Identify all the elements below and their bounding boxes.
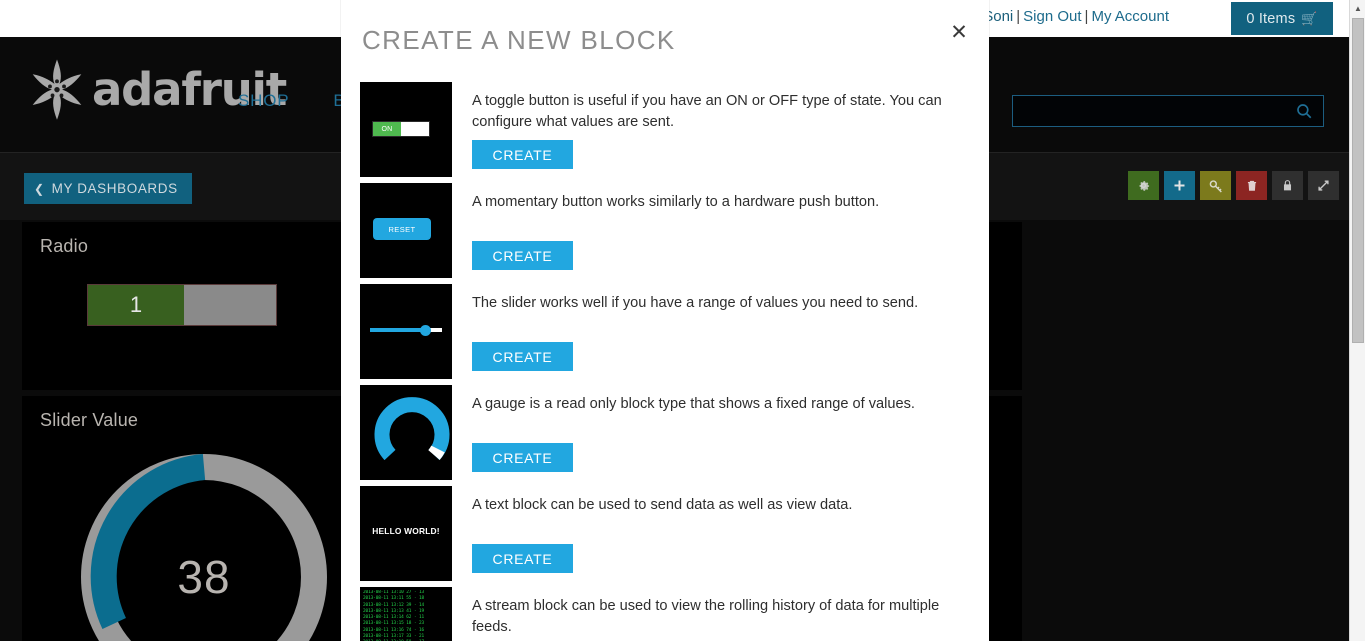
block-type-description: A gauge is a read only block type that s… <box>472 396 915 412</box>
block-type-row: ON A toggle button is useful if you have… <box>341 82 989 183</box>
key-icon <box>1209 179 1222 193</box>
slider-preview <box>360 284 452 379</box>
create-text-button[interactable]: CREATE <box>472 544 573 573</box>
shopping-cart-icon: 🛒 <box>1301 10 1318 26</box>
slider-preview-fill <box>370 328 425 332</box>
cart-button[interactable]: 0 Items 🛒 <box>1231 2 1333 35</box>
toggle-preview-off <box>401 122 429 136</box>
lock-button[interactable] <box>1272 171 1303 200</box>
close-icon[interactable]: ✕ <box>947 20 971 44</box>
radio-toggle-track[interactable] <box>184 285 276 325</box>
scroll-up-arrow-icon[interactable]: ▲ <box>1350 0 1365 17</box>
block-type-description: A text block can be used to send data as… <box>472 497 853 513</box>
trash-icon <box>1247 180 1256 191</box>
slider-preview-control <box>370 325 442 336</box>
block-type-body: A text block can be used to send data as… <box>472 486 989 586</box>
text-preview: HELLO WORLD! <box>360 486 452 581</box>
create-toggle-button[interactable]: CREATE <box>472 140 573 169</box>
settings-gear-button[interactable] <box>1128 171 1159 200</box>
adafruit-flower-icon <box>32 59 82 120</box>
stream-preview: 2013-08-11 13:10 27 · 13 2013-08-11 13:1… <box>360 587 452 641</box>
toggle-preview-on-label: ON <box>373 122 401 136</box>
my-account-link[interactable]: My Account <box>1091 8 1169 25</box>
site-search[interactable] <box>1012 95 1324 127</box>
radio-toggle-control[interactable]: 1 <box>87 284 277 326</box>
gear-icon <box>1139 181 1150 191</box>
app-root: Soni | Sign Out | My Account 0 Items 🛒 a… <box>0 0 1365 641</box>
browser-scrollbar[interactable]: ▲ <box>1349 0 1365 641</box>
block-type-row: A gauge is a read only block type that s… <box>341 385 989 486</box>
nav-item-shop[interactable]: SHOP <box>238 91 289 111</box>
add-block-button[interactable] <box>1164 171 1195 200</box>
expand-arrows-icon <box>1318 180 1329 191</box>
link-separator-2: | <box>1084 8 1089 25</box>
block-type-body: A gauge is a read only block type that s… <box>472 385 989 485</box>
plus-icon <box>1174 180 1185 191</box>
chevron-left-icon: ❮ <box>34 181 45 196</box>
stream-preview-data: 2013-08-11 13:10 27 · 13 2013-08-11 13:1… <box>363 590 425 641</box>
block-type-description: The slider works well if you have a rang… <box>472 295 919 311</box>
delete-button[interactable] <box>1236 171 1267 200</box>
fullscreen-button[interactable] <box>1308 171 1339 200</box>
key-button[interactable] <box>1200 171 1231 200</box>
sign-out-link[interactable]: Sign Out <box>1023 8 1081 25</box>
gauge-preview-arc <box>374 397 450 461</box>
block-type-row: HELLO WORLD! A text block can be used to… <box>341 486 989 587</box>
create-slider-button[interactable]: CREATE <box>472 342 573 371</box>
momentary-preview-button: RESET <box>373 218 431 240</box>
block-type-body: The slider works well if you have a rang… <box>472 284 989 384</box>
block-type-row: 2013-08-11 13:10 27 · 13 2013-08-11 13:1… <box>341 587 989 641</box>
slider-preview-knob <box>420 325 431 336</box>
create-momentary-button[interactable]: CREATE <box>472 241 573 270</box>
my-dashboards-label: MY DASHBOARDS <box>51 181 178 196</box>
block-type-description: A toggle button is useful if you have an… <box>472 93 942 130</box>
radio-toggle-value: 1 <box>88 285 184 325</box>
block-type-body: A momentary button works similarly to a … <box>472 183 989 283</box>
cart-label: 0 Items <box>1246 10 1296 27</box>
scrollbar-thumb[interactable] <box>1352 18 1364 343</box>
gauge-preview <box>360 385 452 480</box>
link-separator-1: | <box>1016 8 1021 25</box>
block-type-row: RESET A momentary button works similarly… <box>341 183 989 284</box>
block-type-description: A momentary button works similarly to a … <box>472 194 880 210</box>
momentary-preview: RESET <box>360 183 452 278</box>
modal-title: CREATE A NEW BLOCK <box>362 25 676 55</box>
block-type-body: A toggle button is useful if you have an… <box>472 82 989 182</box>
my-dashboards-button[interactable]: ❮ MY DASHBOARDS <box>24 173 192 204</box>
create-gauge-button[interactable]: CREATE <box>472 443 573 472</box>
toggle-preview: ON <box>360 82 452 177</box>
dashboard-action-buttons <box>1128 171 1339 200</box>
search-icon[interactable] <box>1295 102 1313 120</box>
adafruit-logo[interactable]: adafruit <box>24 57 287 121</box>
search-input[interactable] <box>1013 96 1295 126</box>
block-type-body: A stream block can be used to view the r… <box>472 587 989 641</box>
text-preview-label: HELLO WORLD! <box>372 526 440 536</box>
account-links: Soni | Sign Out | My Account <box>983 8 1169 25</box>
toggle-preview-switch: ON <box>372 121 430 137</box>
block-type-description: A stream block can be used to view the r… <box>472 598 940 635</box>
gauge-graphic: 38 <box>75 448 333 641</box>
block-type-row: The slider works well if you have a rang… <box>341 284 989 385</box>
gauge-value: 38 <box>177 551 231 603</box>
block-type-list: ON A toggle button is useful if you have… <box>341 82 989 641</box>
main-nav: SHOP BL <box>238 91 356 111</box>
create-block-modal: CREATE A NEW BLOCK ✕ ON A toggle button … <box>341 0 989 641</box>
lock-icon <box>1283 180 1292 191</box>
